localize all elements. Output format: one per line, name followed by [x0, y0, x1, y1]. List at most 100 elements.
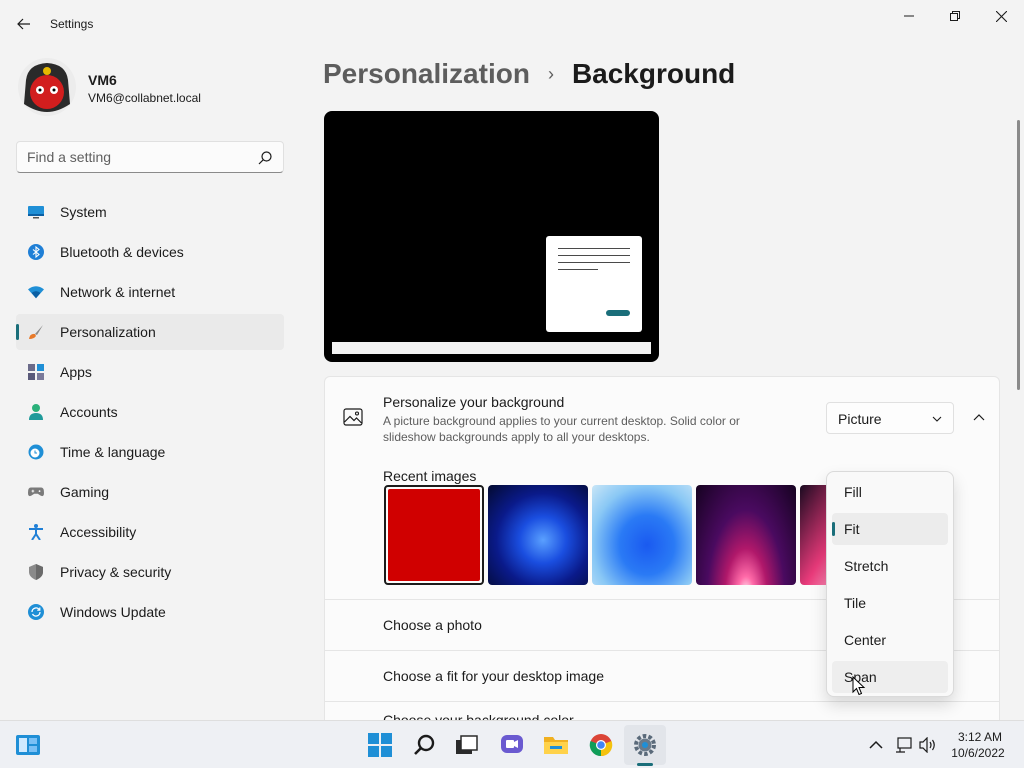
sidebar-item-time-language[interactable]: Time & language: [16, 434, 284, 470]
start-icon[interactable]: [366, 731, 394, 759]
scrollbar[interactable]: [1017, 120, 1020, 390]
taskbar: 3:12 AM 10/6/2022: [0, 720, 1024, 768]
background-type-select[interactable]: Picture: [826, 402, 954, 434]
restore-button[interactable]: [932, 0, 978, 32]
fit-option-fill[interactable]: Fill: [832, 476, 948, 508]
minimize-button[interactable]: [886, 0, 932, 32]
personalize-background-card: Personalize your background A picture ba…: [324, 376, 1000, 457]
clock-time[interactable]: 3:12 AM: [950, 730, 1010, 744]
gamepad-icon: [28, 484, 44, 500]
minimize-icon: [904, 15, 914, 17]
choose-fit-label: Choose a fit for your desktop image: [383, 668, 605, 684]
active-app-indicator: [637, 763, 653, 766]
back-button[interactable]: [8, 8, 40, 40]
fit-option-center[interactable]: Center: [832, 624, 948, 656]
blue-bloom-dark-image: [488, 485, 588, 585]
sidebar-item-label: Accessibility: [60, 524, 137, 540]
search-box[interactable]: [16, 141, 284, 173]
personalize-background-title: Personalize your background: [383, 394, 565, 410]
profile-name: VM6: [88, 72, 117, 88]
widgets-icon[interactable]: [14, 731, 42, 759]
sidebar-item-privacy-security[interactable]: Privacy & security: [16, 554, 284, 590]
file-explorer-icon[interactable]: [542, 731, 570, 759]
sidebar-item-apps[interactable]: Apps: [16, 354, 284, 390]
title-bar: Settings: [0, 0, 1024, 48]
search-input[interactable]: [27, 149, 247, 165]
sidebar-item-windows-update[interactable]: Windows Update: [16, 594, 284, 630]
sidebar-item-label: Network & internet: [60, 284, 176, 300]
chrome-icon[interactable]: [587, 731, 615, 759]
search-icon[interactable]: [257, 150, 273, 166]
recent-image-thumb[interactable]: [592, 485, 692, 585]
task-view-icon[interactable]: [453, 731, 481, 759]
app-title: Settings: [50, 17, 94, 31]
accessibility-icon: [28, 524, 44, 540]
sidebar-item-label: System: [60, 204, 107, 220]
sidebar-item-label: Windows Update: [60, 604, 166, 620]
sidebar-item-label: Gaming: [60, 484, 110, 500]
fit-option-span[interactable]: Span: [832, 661, 948, 693]
fit-dropdown: Fill Fit Stretch Tile Center Span: [826, 471, 954, 697]
profile-email: VM6@collabnet.local: [88, 91, 201, 105]
chevron-down-icon: [932, 416, 942, 422]
sidebar-item-label: Privacy & security: [60, 564, 172, 580]
sidebar-item-label: Bluetooth & devices: [60, 244, 184, 260]
fit-option-tile[interactable]: Tile: [832, 587, 948, 619]
recent-image-thumb[interactable]: [696, 485, 796, 585]
page-title: Background: [571, 58, 736, 89]
collapse-button[interactable]: [963, 402, 995, 434]
preview-taskbar: [332, 342, 651, 354]
breadcrumb-separator: ›: [547, 63, 554, 84]
person-icon: [28, 404, 44, 420]
image-icon: [343, 408, 363, 426]
sidebar-item-accounts[interactable]: Accounts: [16, 394, 284, 430]
sidebar-item-accessibility[interactable]: Accessibility: [16, 514, 284, 550]
preview-window: [546, 236, 642, 332]
recent-image-thumb[interactable]: [384, 485, 484, 585]
breadcrumb-parent[interactable]: Personalization: [323, 58, 530, 90]
personalize-background-description: A picture background applies to your cur…: [383, 414, 740, 444]
sidebar-item-network[interactable]: Network & internet: [16, 274, 284, 310]
breadcrumb: Personalization › Background: [323, 58, 735, 90]
update-icon: [28, 604, 44, 620]
avatar-image-icon: [18, 58, 76, 116]
recent-images-label: Recent images: [383, 468, 477, 484]
sidebar-item-personalization[interactable]: Personalization: [16, 314, 284, 350]
background-type-value: Picture: [838, 411, 882, 427]
chat-icon[interactable]: [498, 731, 526, 759]
bluetooth-icon: [28, 244, 44, 260]
settings-icon[interactable]: [631, 731, 659, 759]
shield-icon: [28, 564, 44, 580]
recent-image-thumb[interactable]: [488, 485, 588, 585]
fit-option-fit[interactable]: Fit: [832, 513, 948, 545]
sidebar-item-label: Time & language: [60, 444, 166, 460]
sidebar-item-gaming[interactable]: Gaming: [16, 474, 284, 510]
apps-icon: [28, 364, 44, 380]
sidebar-item-label: Apps: [60, 364, 92, 380]
search-icon[interactable]: [411, 731, 439, 759]
clock-globe-icon: [28, 444, 44, 460]
volume-icon[interactable]: [914, 731, 942, 759]
avatar[interactable]: [18, 58, 76, 116]
monitor-icon: [28, 204, 44, 220]
paintbrush-icon: [28, 324, 44, 340]
fit-option-label: Fill: [844, 484, 862, 500]
sidebar-item-label: Personalization: [60, 324, 156, 340]
desktop-preview: [324, 111, 659, 362]
restore-icon: [950, 11, 960, 21]
back-arrow-icon: [17, 18, 30, 30]
chevron-up-icon[interactable]: [862, 731, 890, 759]
fit-option-label: Stretch: [844, 558, 889, 574]
close-button[interactable]: [978, 0, 1024, 32]
wifi-icon: [28, 284, 44, 300]
close-icon: [995, 10, 1007, 22]
fit-option-label: Center: [844, 632, 887, 648]
fit-option-label: Tile: [844, 595, 867, 611]
chevron-up-icon: [973, 414, 985, 421]
sidebar-item-bluetooth[interactable]: Bluetooth & devices: [16, 234, 284, 270]
choose-photo-label: Choose a photo: [383, 617, 482, 633]
sidebar-nav: System Bluetooth & devices Network & int…: [16, 194, 284, 634]
clock-date[interactable]: 10/6/2022: [946, 746, 1010, 760]
sidebar-item-system[interactable]: System: [16, 194, 284, 230]
fit-option-stretch[interactable]: Stretch: [832, 550, 948, 582]
